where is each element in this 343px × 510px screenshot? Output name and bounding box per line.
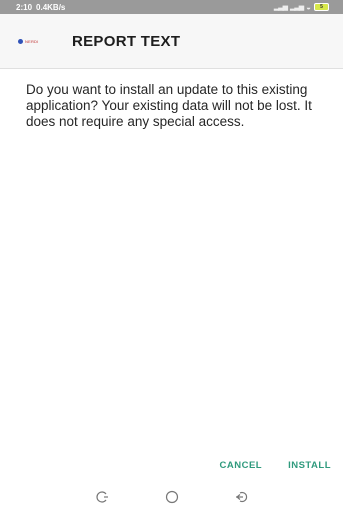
recent-apps-icon[interactable] [93,488,111,506]
cancel-button[interactable]: CANCEL [220,460,263,471]
page-title: REPORT TEXT [72,32,181,50]
logo-text: NERDI [25,38,39,44]
app-logo: NERDI [18,35,50,47]
battery-icon: 5 [314,3,329,11]
install-message: Do you want to install an update to this… [26,82,312,129]
status-time: 2:10 [16,2,33,12]
status-icons: ▂▃▅ ▂▃▅ ◒ 5 [274,3,329,12]
dialog-actions: CANCEL INSTALL [220,460,332,471]
logo-dot [18,38,23,44]
signal-icon: ▂▃▅ [273,4,288,11]
back-icon[interactable] [233,488,251,506]
network-speed: 0.4KB/s [36,2,66,12]
app-bar: NERDI REPORT TEXT [0,14,343,69]
status-bar: 2:10 0.4KB/s ▂▃▅ ▂▃▅ ◒ 5 [0,0,343,14]
signal-icon: ▂▃▅ [290,4,304,11]
navigation-bar [0,484,343,510]
battery-level: 5 [320,4,323,10]
install-button[interactable]: INSTALL [288,460,331,471]
install-update-screen: 2:10 0.4KB/s ▂▃▅ ▂▃▅ ◒ 5 NERDI REPORT TE… [0,0,343,510]
wifi-icon: ◒ [306,2,311,12]
home-icon[interactable] [163,488,181,506]
